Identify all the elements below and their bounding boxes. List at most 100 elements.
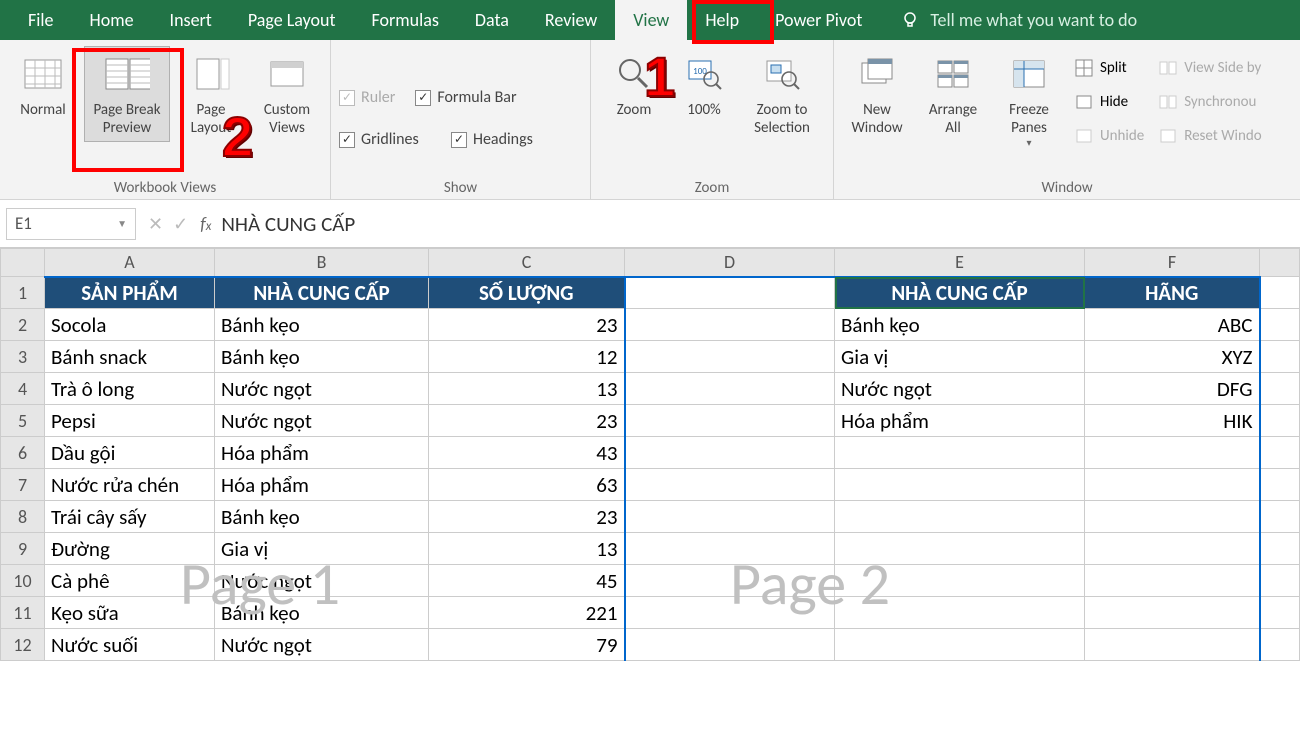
- cell[interactable]: [1260, 469, 1300, 501]
- cell[interactable]: Kẹo sữa: [45, 597, 215, 629]
- cell[interactable]: 221: [429, 597, 625, 629]
- row-2[interactable]: 2SocolaBánh kẹo23Bánh kẹoABC: [1, 309, 1300, 341]
- freeze-panes-button[interactable]: Freeze Panes ▾: [994, 46, 1064, 154]
- col-header-C[interactable]: C: [429, 249, 625, 277]
- row-5[interactable]: 5PepsiNước ngọt23Hóa phẩmHIK: [1, 405, 1300, 437]
- cell[interactable]: 45: [429, 565, 625, 597]
- cell[interactable]: [1260, 501, 1300, 533]
- accept-formula-icon[interactable]: ✓: [173, 213, 188, 235]
- cell[interactable]: [1260, 341, 1300, 373]
- new-window-button[interactable]: New Window: [842, 46, 912, 142]
- menu-page-layout[interactable]: Page Layout: [230, 0, 354, 40]
- col-header-E[interactable]: E: [835, 249, 1085, 277]
- cell[interactable]: Bánh kẹo: [215, 341, 429, 373]
- menu-home[interactable]: Home: [72, 0, 152, 40]
- page-layout-button[interactable]: Page Layout: [176, 46, 246, 142]
- cell[interactable]: Bánh kẹo: [215, 597, 429, 629]
- cell[interactable]: [625, 373, 835, 405]
- cell[interactable]: [625, 533, 835, 565]
- fx-icon[interactable]: fx: [200, 213, 221, 235]
- cell[interactable]: [1260, 277, 1300, 309]
- cell[interactable]: DFG: [1085, 373, 1260, 405]
- row-header[interactable]: 2: [1, 309, 45, 341]
- cell[interactable]: [835, 469, 1085, 501]
- cell[interactable]: Bánh kẹo: [215, 309, 429, 341]
- cell[interactable]: [835, 501, 1085, 533]
- spreadsheet-grid[interactable]: Page 1 Page 2 A B C D E F 1 SẢN PHẨM NHÀ…: [0, 248, 1300, 661]
- arrange-all-button[interactable]: Arrange All: [918, 46, 988, 142]
- col-header-blank[interactable]: [1260, 249, 1300, 277]
- menu-power-pivot[interactable]: Power Pivot: [757, 0, 880, 40]
- cell[interactable]: Nước ngọt: [215, 405, 429, 437]
- cell[interactable]: [1260, 629, 1300, 661]
- cell[interactable]: Hóa phẩm: [835, 405, 1085, 437]
- row-1[interactable]: 1 SẢN PHẨM NHÀ CUNG CẤP SỐ LƯỢNG NHÀ CUN…: [1, 277, 1300, 309]
- gridlines-checkbox[interactable]: ✓ Gridlines: [339, 124, 431, 156]
- menu-view[interactable]: View: [615, 0, 687, 40]
- cell[interactable]: Dầu gội: [45, 437, 215, 469]
- cell[interactable]: Trà ô long: [45, 373, 215, 405]
- row-3[interactable]: 3Bánh snackBánh kẹo12Gia vịXYZ: [1, 341, 1300, 373]
- cell[interactable]: [1260, 405, 1300, 437]
- row-9[interactable]: 9ĐườngGia vị13: [1, 533, 1300, 565]
- cell[interactable]: [625, 597, 835, 629]
- zoom-button[interactable]: Zoom: [599, 46, 669, 124]
- cell[interactable]: [1260, 437, 1300, 469]
- cell[interactable]: [1085, 437, 1260, 469]
- cell[interactable]: [835, 437, 1085, 469]
- cell[interactable]: Hóa phẩm: [215, 469, 429, 501]
- col-header-B[interactable]: B: [215, 249, 429, 277]
- cell[interactable]: Bánh kẹo: [215, 501, 429, 533]
- cell[interactable]: 23: [429, 405, 625, 437]
- cell[interactable]: [835, 629, 1085, 661]
- cell[interactable]: Bánh kẹo: [835, 309, 1085, 341]
- row-11[interactable]: 11Kẹo sữaBánh kẹo221: [1, 597, 1300, 629]
- select-all-corner[interactable]: [1, 249, 45, 277]
- page-break-preview-button[interactable]: Page Break Preview: [84, 46, 170, 142]
- cell[interactable]: Gia vị: [215, 533, 429, 565]
- col-header-F[interactable]: F: [1085, 249, 1260, 277]
- cell[interactable]: Nước ngọt: [215, 565, 429, 597]
- row-header[interactable]: 10: [1, 565, 45, 597]
- row-header[interactable]: 6: [1, 437, 45, 469]
- cell[interactable]: 13: [429, 533, 625, 565]
- cell[interactable]: Socola: [45, 309, 215, 341]
- zoom-to-selection-button[interactable]: Zoom to Selection: [739, 46, 825, 142]
- cell[interactable]: [625, 277, 835, 309]
- row-8[interactable]: 8Trái cây sấyBánh kẹo23: [1, 501, 1300, 533]
- cell[interactable]: XYZ: [1085, 341, 1260, 373]
- row-header[interactable]: 5: [1, 405, 45, 437]
- cell[interactable]: [1260, 373, 1300, 405]
- tell-me[interactable]: Tell me what you want to do: [900, 9, 1137, 31]
- cell[interactable]: Gia vị: [835, 341, 1085, 373]
- custom-views-button[interactable]: Custom Views: [252, 46, 322, 142]
- cell[interactable]: Hóa phẩm: [215, 437, 429, 469]
- row-7[interactable]: 7Nước rửa chénHóa phẩm63: [1, 469, 1300, 501]
- row-header[interactable]: 8: [1, 501, 45, 533]
- cell[interactable]: Trái cây sấy: [45, 501, 215, 533]
- row-4[interactable]: 4Trà ô longNước ngọt13Nước ngọtDFG: [1, 373, 1300, 405]
- cell[interactable]: 13: [429, 373, 625, 405]
- cell[interactable]: SẢN PHẨM: [45, 277, 215, 309]
- cell[interactable]: [1260, 597, 1300, 629]
- cell[interactable]: Bánh snack: [45, 341, 215, 373]
- name-box[interactable]: E1 ▼: [6, 208, 136, 240]
- cell[interactable]: [835, 597, 1085, 629]
- menu-file[interactable]: File: [10, 0, 72, 40]
- cell[interactable]: [1085, 501, 1260, 533]
- cell[interactable]: SỐ LƯỢNG: [429, 277, 625, 309]
- cell[interactable]: Cà phê: [45, 565, 215, 597]
- cell[interactable]: [625, 469, 835, 501]
- row-header[interactable]: 7: [1, 469, 45, 501]
- column-header-row[interactable]: A B C D E F: [1, 249, 1300, 277]
- row-12[interactable]: 12Nước suốiNước ngọt79: [1, 629, 1300, 661]
- formula-input[interactable]: [221, 208, 1300, 240]
- cell[interactable]: [625, 501, 835, 533]
- cell[interactable]: ABC: [1085, 309, 1260, 341]
- cell[interactable]: [1085, 469, 1260, 501]
- row-6[interactable]: 6Dầu gộiHóa phẩm43: [1, 437, 1300, 469]
- normal-view-button[interactable]: Normal: [8, 46, 78, 124]
- cell[interactable]: [835, 565, 1085, 597]
- cell[interactable]: [625, 629, 835, 661]
- cell[interactable]: [835, 533, 1085, 565]
